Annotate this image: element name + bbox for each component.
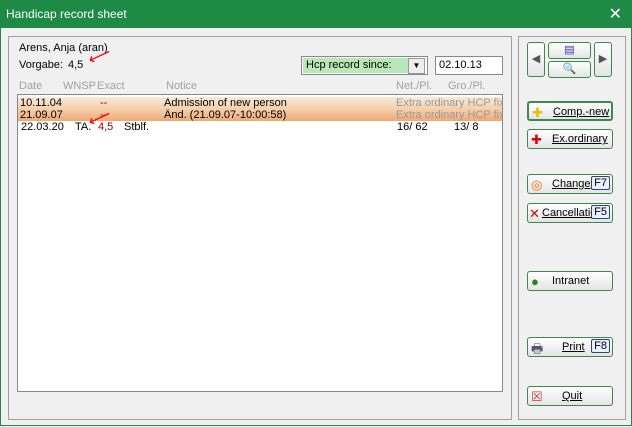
col-gro[interactable]: Gro./Pl. [448,80,485,92]
label: Change [552,178,591,190]
x-icon: ✕ [529,206,540,221]
globe-icon: ● [531,274,539,289]
record-view-button[interactable]: ▤ [548,42,591,59]
comp-new-button[interactable]: ✚ Comp.-new [527,101,613,121]
label: Print [562,341,585,353]
f5-key-icon: F5 [591,205,610,219]
col-wnsp[interactable]: WNSP [63,80,96,92]
f7-key-icon: F7 [591,176,610,190]
prev-button[interactable]: ◀ [527,42,545,77]
col-notice[interactable]: Notice [166,80,197,92]
printer-icon: 🖶 [531,341,544,356]
plus-red-icon: ✚ [531,132,542,147]
quit-button[interactable]: ☒ Quit [527,386,613,406]
col-date[interactable]: Date [19,80,42,92]
label: Comp.-new [553,106,610,118]
cell-net: Extra ordinary HCP fixing [396,109,502,121]
cell-date: 21.09.07 [20,109,63,121]
label: Intranet [552,275,590,287]
cell-net: Extra ordinary HCP fixing [396,97,502,109]
close-icon[interactable]: ✕ [609,4,622,24]
intranet-button[interactable]: ● Intranet [527,271,613,291]
search-button[interactable]: 🔍 [548,61,591,78]
vorgabe-value: 4,5 [68,59,84,71]
cell-type: Stblf. [124,121,150,133]
ex-ordinary-button[interactable]: ✚ Ex.ordinary [527,129,613,149]
record-list[interactable]: 10.11.04 -- Admission of new person Extr… [17,94,503,392]
ring-icon: ◎ [531,177,543,192]
label: Quit [562,390,583,402]
vorgabe-label: Vorgabe: [19,59,64,71]
cell-date: 10.11.04 [20,97,63,109]
chevron-left-icon: ◀ [531,53,541,65]
title-bar: Handicap record sheet ✕ [0,0,632,28]
exit-icon: ☒ [531,389,543,404]
hcp-record-select[interactable]: Hcp record since: ▼ [301,56,428,75]
cell-net: 16/ 62 [397,121,428,133]
cell-date: 22.03.20 [21,121,64,133]
date-input[interactable]: 02.10.13 [435,56,503,75]
chevron-down-icon[interactable]: ▼ [408,58,425,74]
print-button[interactable]: 🖶 Print F8 [527,337,613,357]
magnifier-icon: 🔍 [562,63,577,75]
chevron-right-icon: ▶ [598,53,608,65]
button-panel [518,36,626,420]
change-button[interactable]: ◎ Change F7 [527,174,613,194]
label: Ex.ordinary [552,133,608,145]
col-exact[interactable]: Exact [97,80,125,92]
f8-key-icon: F8 [591,339,610,353]
cell-notice: Änd. (21.09.07-10:00:58) [164,109,287,121]
select-value: Hcp record since: [306,59,392,71]
col-net[interactable]: Net./Pl. [396,80,432,92]
plus-yellow-icon: ✚ [532,105,543,120]
next-button[interactable]: ▶ [594,42,612,77]
document-icon: ▤ [564,44,575,56]
cancellation-button[interactable]: ✕ Cancellation F5 [527,203,613,223]
table-row[interactable]: 10.11.04 -- Admission of new person Extr… [18,97,502,109]
cell-notice: Admission of new person [164,97,287,109]
date-value: 02.10.13 [439,59,482,71]
window-title: Handicap record sheet [6,7,127,21]
cell-gro: 13/ 8 [454,121,479,133]
